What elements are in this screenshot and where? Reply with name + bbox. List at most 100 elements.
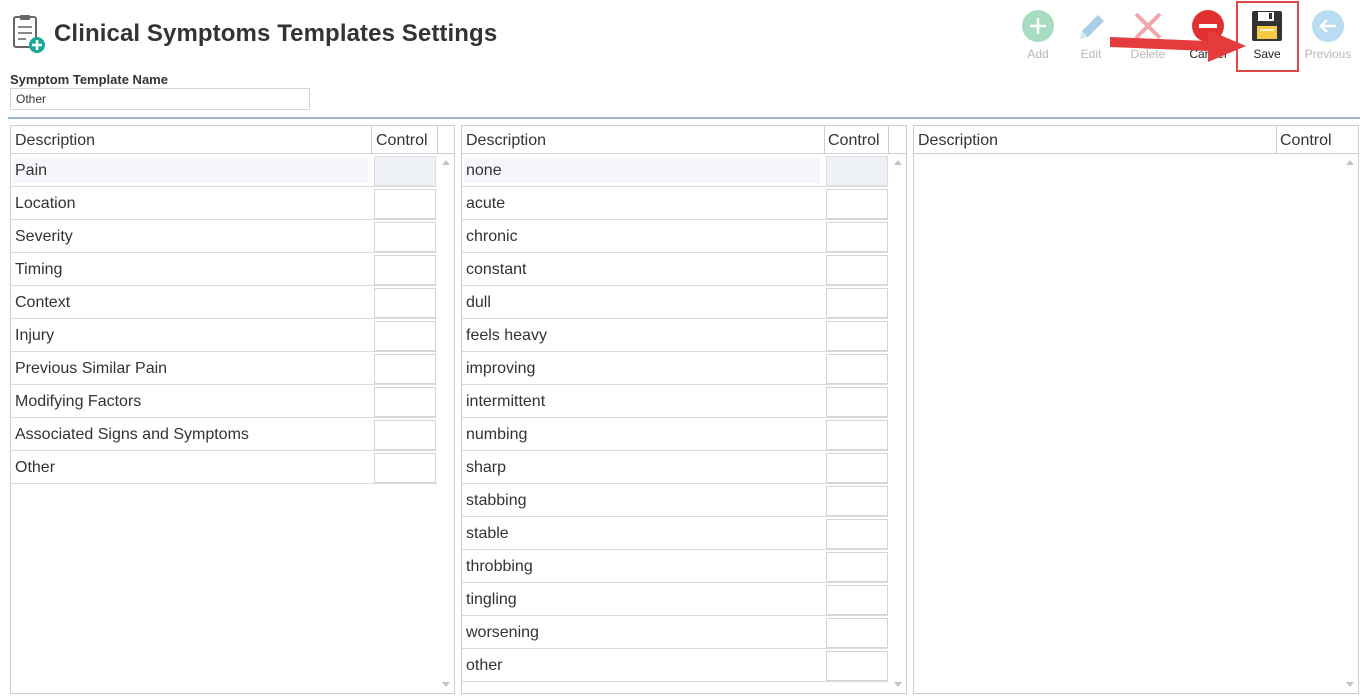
control-cell[interactable]	[374, 420, 436, 450]
control-column-header[interactable]: Control	[828, 132, 880, 150]
description-cell: Modifying Factors	[15, 393, 142, 410]
add-label: Add	[1027, 47, 1049, 61]
description-cell: Previous Similar Pain	[15, 360, 168, 377]
table-row[interactable]: Pain	[11, 154, 437, 187]
control-cell[interactable]	[374, 387, 436, 417]
descriptor-grid: Description Control none acute chronic cons…	[461, 125, 907, 694]
table-row[interactable]: Timing	[11, 253, 437, 286]
control-cell[interactable]	[374, 288, 436, 318]
table-row[interactable]: feels heavy	[462, 319, 888, 352]
control-cell[interactable]	[826, 453, 888, 483]
scroll-up-icon[interactable]	[442, 160, 450, 165]
control-cell[interactable]	[826, 552, 888, 582]
cancel-icon	[1192, 10, 1224, 42]
control-cell[interactable]	[374, 321, 436, 351]
control-cell[interactable]	[826, 651, 888, 681]
description-cell: stable	[466, 525, 509, 542]
table-row[interactable]: worsening	[462, 616, 888, 649]
table-row[interactable]: improving	[462, 352, 888, 385]
table-row[interactable]: acute	[462, 187, 888, 220]
category-grid: Description Control Pain Location Severity…	[10, 125, 455, 694]
column-separator	[1276, 126, 1277, 153]
table-row[interactable]: dull	[462, 286, 888, 319]
control-cell[interactable]	[374, 453, 436, 483]
page-title: Clinical Symptoms Templates Settings	[54, 20, 498, 47]
clipboard-add-icon	[13, 15, 45, 53]
add-button[interactable]: Add	[1010, 6, 1066, 68]
column-separator	[888, 126, 889, 153]
description-cell: tingling	[466, 591, 517, 608]
description-cell: intermittent	[466, 393, 546, 410]
table-row[interactable]: stable	[462, 517, 888, 550]
control-cell[interactable]	[826, 156, 888, 186]
control-cell[interactable]	[826, 519, 888, 549]
table-row[interactable]: Severity	[11, 220, 437, 253]
control-cell[interactable]	[374, 255, 436, 285]
description-cell: Severity	[15, 228, 73, 245]
cancel-button[interactable]: Cancel	[1180, 6, 1236, 68]
description-cell: stabbing	[466, 492, 527, 509]
table-row[interactable]: Injury	[11, 319, 437, 352]
table-row[interactable]: intermittent	[462, 385, 888, 418]
table-row[interactable]: throbbing	[462, 550, 888, 583]
description-cell: none	[466, 162, 502, 179]
description-cell: throbbing	[466, 558, 533, 575]
control-cell[interactable]	[374, 222, 436, 252]
selected-grid: Description Control	[913, 125, 1359, 694]
description-column-header[interactable]: Description	[466, 132, 546, 150]
grid-header: Description Control	[462, 126, 906, 154]
add-icon	[1022, 10, 1054, 42]
table-row[interactable]: sharp	[462, 451, 888, 484]
scroll-up-icon[interactable]	[1346, 160, 1354, 165]
table-row[interactable]: none	[462, 154, 888, 187]
control-column-header[interactable]: Control	[1280, 132, 1332, 150]
scroll-down-icon[interactable]	[1346, 682, 1354, 687]
control-cell[interactable]	[826, 486, 888, 516]
control-cell[interactable]	[374, 189, 436, 219]
scroll-down-icon[interactable]	[442, 682, 450, 687]
control-cell[interactable]	[826, 288, 888, 318]
description-cell: chronic	[466, 228, 518, 245]
scroll-down-icon[interactable]	[894, 682, 902, 687]
table-row[interactable]: Modifying Factors	[11, 385, 437, 418]
control-cell[interactable]	[374, 156, 436, 186]
table-row[interactable]: chronic	[462, 220, 888, 253]
control-cell[interactable]	[826, 618, 888, 648]
table-row[interactable]: Other	[11, 451, 437, 484]
control-cell[interactable]	[826, 354, 888, 384]
delete-label: Delete	[1130, 47, 1166, 61]
control-column-header[interactable]: Control	[376, 132, 428, 150]
template-name-input[interactable]	[10, 88, 310, 110]
control-cell[interactable]	[826, 387, 888, 417]
delete-button[interactable]: Delete	[1120, 6, 1176, 68]
description-cell: dull	[466, 294, 491, 311]
edit-button[interactable]: Edit	[1063, 6, 1119, 68]
control-cell[interactable]	[826, 321, 888, 351]
control-cell[interactable]	[826, 420, 888, 450]
cancel-label: Cancel	[1189, 47, 1227, 61]
table-row[interactable]: tingling	[462, 583, 888, 616]
table-row[interactable]: Associated Signs and Symptoms	[11, 418, 437, 451]
scrollbar[interactable]	[438, 154, 454, 693]
description-cell: improving	[466, 360, 536, 377]
scrollbar[interactable]	[1342, 154, 1358, 693]
control-cell[interactable]	[826, 585, 888, 615]
control-cell[interactable]	[826, 189, 888, 219]
control-cell[interactable]	[826, 222, 888, 252]
table-row[interactable]: Location	[11, 187, 437, 220]
scrollbar[interactable]	[890, 154, 906, 693]
table-row[interactable]: other	[462, 649, 888, 682]
table-row[interactable]: numbing	[462, 418, 888, 451]
control-cell[interactable]	[826, 255, 888, 285]
previous-button[interactable]: Previous	[1300, 6, 1356, 68]
description-column-header[interactable]: Description	[15, 132, 95, 150]
save-highlight-box	[1236, 1, 1299, 72]
table-row[interactable]: Previous Similar Pain	[11, 352, 437, 385]
scroll-up-icon[interactable]	[894, 160, 902, 165]
table-row[interactable]: Context	[11, 286, 437, 319]
table-row[interactable]: constant	[462, 253, 888, 286]
description-column-header[interactable]: Description	[918, 132, 998, 150]
grid-header: Description Control	[914, 126, 1358, 154]
table-row[interactable]: stabbing	[462, 484, 888, 517]
control-cell[interactable]	[374, 354, 436, 384]
